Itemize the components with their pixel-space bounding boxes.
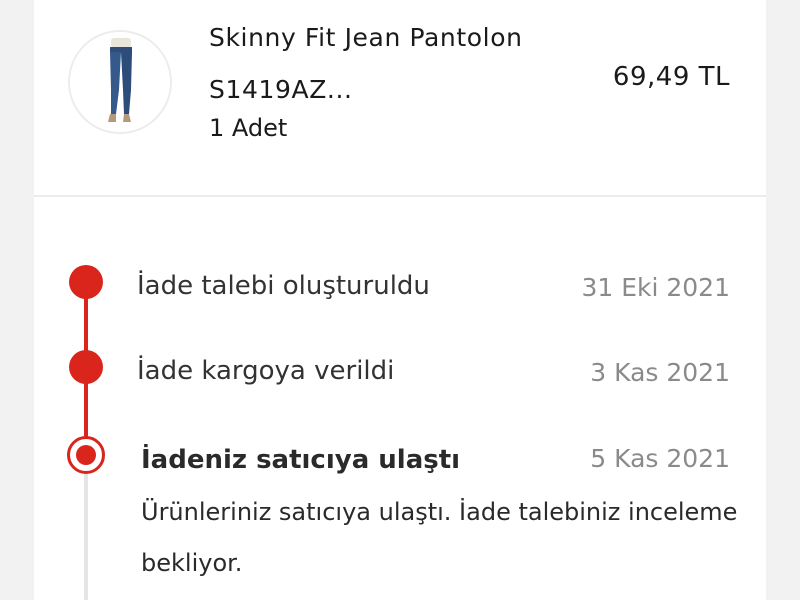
step-1-label: İade talebi oluşturuldu <box>137 271 430 301</box>
step-3-label: İadeniz satıcıya ulaştı <box>141 445 461 475</box>
step-2-date: 3 Kas 2021 <box>590 358 730 387</box>
timeline-dot-current <box>67 436 105 474</box>
jeans-product-image <box>70 32 170 132</box>
return-detail-card: Skinny Fit Jean Pantolon S1419AZ... 1 Ad… <box>34 0 766 600</box>
step-1-date: 31 Eki 2021 <box>581 273 730 302</box>
product-quantity: 1 Adet <box>209 114 288 142</box>
step-3-description: Ürünleriniz satıcıya ulaştı. İade talebi… <box>141 498 738 577</box>
step-2-label: İade kargoya verildi <box>137 356 395 386</box>
timeline-dot-step-1 <box>69 265 103 299</box>
section-divider <box>34 195 766 197</box>
product-thumbnail[interactable] <box>68 30 172 134</box>
timeline-line-pending <box>84 474 88 600</box>
product-name[interactable]: Skinny Fit Jean Pantolon S1419AZ... <box>209 12 529 116</box>
timeline-dot-step-2 <box>69 350 103 384</box>
product-price: 69,49 TL <box>612 62 730 92</box>
step-3-date: 5 Kas 2021 <box>590 444 730 473</box>
